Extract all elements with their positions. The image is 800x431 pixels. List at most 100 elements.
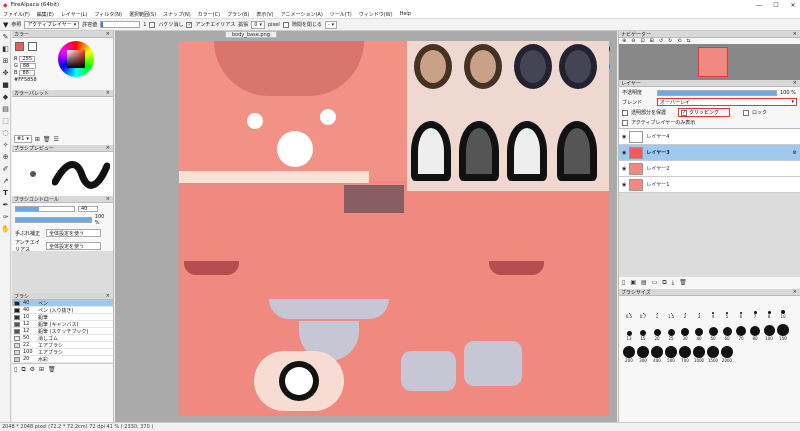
close-icon[interactable]: × bbox=[106, 145, 110, 151]
visibility-icon[interactable]: ◉ bbox=[622, 134, 626, 140]
close-icon[interactable]: × bbox=[106, 293, 110, 299]
menu-item[interactable]: カラー(C) bbox=[198, 11, 220, 18]
duplicate-brush-icon[interactable]: ⧉ bbox=[21, 366, 25, 374]
primary-color-swatch[interactable] bbox=[15, 42, 24, 51]
smudge-tool-icon[interactable]: ✑ bbox=[0, 211, 11, 223]
duplicate-layer-icon[interactable]: ⧉ bbox=[662, 279, 666, 287]
merge-layer-icon[interactable]: ⤓ bbox=[672, 279, 675, 287]
layer-opacity-slider[interactable] bbox=[657, 89, 777, 96]
clipping-toggle[interactable]: ✓ クリッピング bbox=[678, 108, 731, 117]
b-input[interactable]: 88 bbox=[19, 70, 36, 76]
brush-opacity-slider[interactable] bbox=[15, 217, 92, 223]
menu-item[interactable]: レイヤー(L) bbox=[61, 11, 88, 18]
brush-size-option[interactable]: 1000 bbox=[692, 343, 706, 363]
layer-row[interactable]: ◉ レイヤー1 bbox=[619, 177, 800, 193]
brush-size-option[interactable]: 700 bbox=[678, 343, 692, 363]
clipping-checkbox[interactable]: ✓ bbox=[681, 109, 687, 116]
navigator-preview[interactable] bbox=[619, 44, 800, 80]
brush-size-option[interactable]: 40 bbox=[692, 321, 706, 341]
menu-item[interactable]: 選択範囲(S) bbox=[129, 11, 156, 18]
brush-size-option[interactable]: 150 bbox=[776, 321, 790, 341]
brush-size-option[interactable]: 3 bbox=[692, 299, 706, 319]
close-icon[interactable]: × bbox=[106, 31, 110, 37]
brush-size-option[interactable]: 15 bbox=[636, 321, 650, 341]
color-wheel[interactable] bbox=[58, 41, 94, 77]
dot-tool-icon[interactable]: ⊞ bbox=[0, 55, 11, 67]
gear-icon[interactable]: ⚙ bbox=[793, 150, 800, 156]
brush-size-option[interactable]: 70 bbox=[734, 321, 748, 341]
secondary-color-swatch[interactable] bbox=[28, 42, 37, 51]
eyedropper-icon[interactable]: ✐ bbox=[0, 163, 11, 175]
layer-row[interactable]: ◉ レイヤー2 bbox=[619, 161, 800, 177]
close-icon[interactable]: × bbox=[793, 289, 797, 295]
text-tool-icon[interactable]: T bbox=[0, 187, 11, 199]
eraser-tool-icon[interactable]: ◧ bbox=[0, 43, 11, 55]
gradient-tool-icon[interactable]: ▤ bbox=[0, 103, 11, 115]
bucket-tool-icon[interactable]: ◆ bbox=[0, 91, 11, 103]
layer-row[interactable]: ◉ レイヤー4 bbox=[619, 129, 800, 145]
brush-size-option[interactable]: 2 bbox=[678, 299, 692, 319]
brush-size-option[interactable]: 0.7 bbox=[636, 299, 650, 319]
brush-size-option[interactable]: 100 bbox=[762, 321, 776, 341]
brush-size-option[interactable]: 0.5 bbox=[622, 299, 636, 319]
brush-list-item[interactable]: 20 水彩 bbox=[12, 356, 113, 363]
select-tool-icon[interactable]: ⬚ bbox=[0, 115, 11, 127]
brush-size-option[interactable]: 2000 bbox=[720, 343, 734, 363]
blend-select[interactable]: オーバーレイ ▾ bbox=[657, 98, 797, 106]
move-tool-icon[interactable]: ✥ bbox=[0, 67, 11, 79]
menu-item[interactable]: 表示(V) bbox=[256, 11, 273, 18]
show-active-checkbox[interactable] bbox=[622, 119, 628, 126]
brush-list-item[interactable]: 100 エアブラシ bbox=[12, 349, 113, 356]
reference-select[interactable]: アクティブレイヤー ▾ bbox=[24, 20, 80, 29]
brush-size-option[interactable]: 500 bbox=[664, 343, 678, 363]
brush-size-option[interactable]: 6 bbox=[734, 299, 748, 319]
delete-palette-icon[interactable]: 🗑 bbox=[43, 136, 51, 143]
brush-size-slider[interactable] bbox=[15, 206, 75, 212]
texture-canvas[interactable] bbox=[179, 41, 609, 416]
brush-size-input[interactable]: 40 bbox=[78, 206, 98, 212]
brush-size-option[interactable]: 7 bbox=[748, 299, 762, 319]
brush-size-option[interactable]: 4 bbox=[706, 299, 720, 319]
delete-layer-icon[interactable]: 🗑 bbox=[679, 279, 687, 287]
palette-menu-icon[interactable]: ☰ bbox=[54, 136, 59, 143]
brush-size-option[interactable]: 400 bbox=[650, 343, 664, 363]
gap-select[interactable]: - ▾ bbox=[324, 20, 338, 29]
brush-size-option[interactable]: 1 bbox=[650, 299, 664, 319]
close-gap-checkbox[interactable] bbox=[282, 21, 289, 28]
navigator-viewport[interactable] bbox=[698, 47, 728, 77]
minimize-icon[interactable]: — bbox=[752, 2, 766, 9]
brush-size-option[interactable]: 25 bbox=[664, 321, 678, 341]
palette-select[interactable]: #1 ▾ bbox=[14, 135, 32, 143]
new-folder-icon[interactable]: ▭ bbox=[652, 279, 658, 287]
lock-checkbox[interactable] bbox=[743, 109, 750, 116]
close-icon[interactable]: × bbox=[106, 90, 110, 96]
menu-item[interactable]: ツール(T) bbox=[330, 11, 352, 18]
antialias-checkbox[interactable]: ✓ bbox=[186, 21, 193, 28]
brush-list-item[interactable]: 40 ペン (入り抜き) bbox=[12, 307, 113, 314]
close-icon[interactable]: × bbox=[106, 196, 110, 202]
zoom-icon[interactable]: ⊕ bbox=[0, 151, 11, 163]
menu-item[interactable]: フィルタ(N) bbox=[94, 11, 122, 18]
menu-item[interactable]: ウィンドウ(W) bbox=[359, 11, 393, 18]
brush-size-option[interactable]: 60 bbox=[720, 321, 734, 341]
menu-item[interactable]: スナップ(N) bbox=[163, 11, 191, 18]
menu-item[interactable]: ファイル(F) bbox=[3, 11, 30, 18]
new-1bit-layer-icon[interactable]: ▤ bbox=[641, 279, 647, 287]
menu-item[interactable]: アニメーション(A) bbox=[281, 11, 323, 18]
protect-alpha-checkbox[interactable] bbox=[622, 109, 628, 116]
maximize-icon[interactable]: ☐ bbox=[769, 2, 783, 9]
brush-size-option[interactable]: 8 bbox=[762, 299, 776, 319]
brush-size-option[interactable]: 80 bbox=[748, 321, 762, 341]
blur-tool-icon[interactable]: ✒ bbox=[0, 199, 11, 211]
canvas-tab[interactable]: body_base.png bbox=[225, 31, 277, 38]
visibility-icon[interactable]: ◉ bbox=[622, 150, 626, 156]
brush-size-option[interactable]: 300 bbox=[636, 343, 650, 363]
g-input[interactable]: 88 bbox=[19, 63, 36, 69]
menu-item[interactable]: Help bbox=[400, 11, 411, 17]
brush-size-option[interactable]: 20 bbox=[650, 321, 664, 341]
brush-size-option[interactable]: 10 bbox=[776, 299, 790, 319]
menu-item[interactable]: ブラシ(B) bbox=[227, 11, 249, 18]
pen-tool-icon[interactable]: ✎ bbox=[0, 31, 11, 43]
pan-icon[interactable]: ↗ bbox=[0, 175, 11, 187]
delete-brush-icon[interactable]: 🗑 bbox=[48, 366, 56, 374]
